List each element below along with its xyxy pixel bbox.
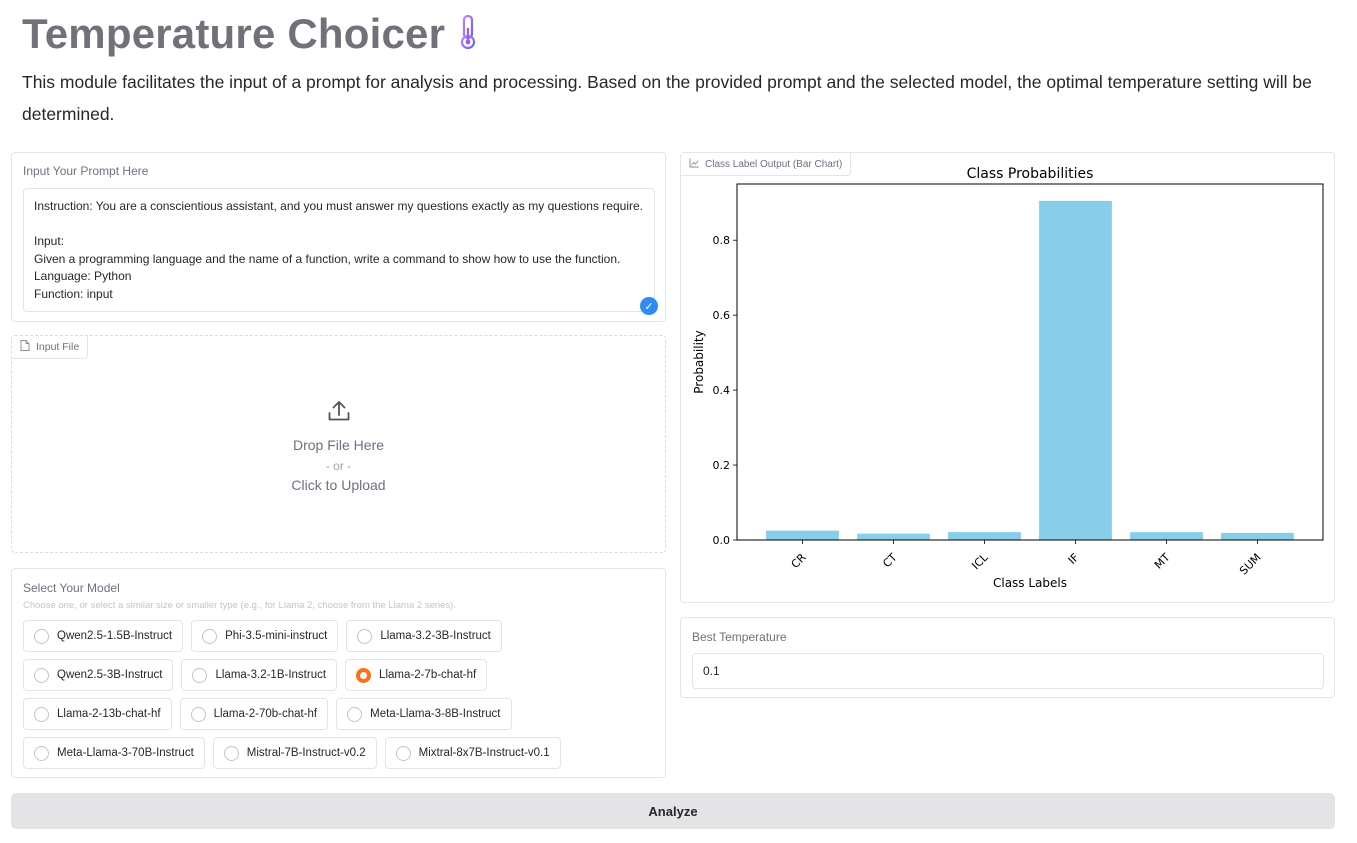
radio-circle[interactable] <box>34 745 49 761</box>
model-option-label: Llama-2-70b-chat-hf <box>213 708 318 720</box>
x-tick-label: IF <box>1066 551 1082 567</box>
x-tick-label: MT <box>1152 551 1173 572</box>
chart-label-tag: Class Label Output (Bar Chart) <box>681 153 852 176</box>
x-tick-label: SUM <box>1237 551 1264 578</box>
upload-icon <box>327 401 351 426</box>
model-panel: Select Your Model Choose one, or select … <box>11 568 666 778</box>
x-axis-label: Class Labels <box>993 576 1067 590</box>
model-option[interactable]: Meta-Llama-3-8B-Instruct <box>336 698 512 730</box>
model-option[interactable]: Meta-Llama-3-70B-Instruct <box>23 737 205 769</box>
file-label: Input File <box>36 341 80 353</box>
model-option[interactable]: Mixtral-8x7B-Instruct-v0.1 <box>384 737 561 769</box>
temperature-label: Best Temperature <box>692 630 787 644</box>
radio-circle[interactable] <box>34 628 49 644</box>
file-upload-dropzone[interactable]: Input File Drop File Here - or - Click t… <box>11 335 666 553</box>
y-tick-label: 0.2 <box>713 459 731 472</box>
x-tick-label: ICL <box>969 550 991 572</box>
y-axis-label: Probability <box>692 330 706 393</box>
x-tick-label: CT <box>880 551 900 571</box>
prompt-textarea[interactable]: Instruction: You are a conscientious ass… <box>23 188 655 312</box>
radio-circle[interactable] <box>395 745 411 761</box>
file-label-tag: Input File <box>12 336 89 359</box>
check-circle-icon: ✓ <box>640 297 658 315</box>
radio-circle[interactable] <box>357 628 373 644</box>
bar-if <box>1039 200 1112 540</box>
page-title: Temperature Choicer <box>22 10 446 57</box>
prompt-panel: Input Your Prompt Here Instruction: You … <box>11 152 666 322</box>
plot-frame <box>736 183 1324 541</box>
model-radio-group: Qwen2.5-1.5B-Instruct Phi-3.5-mini-instru… <box>23 620 643 769</box>
model-option[interactable]: Llama-2-7b-chat-hf <box>345 659 488 691</box>
drop-text: Drop File Here <box>292 437 385 453</box>
model-option[interactable]: Mistral-7B-Instruct-v0.2 <box>212 737 377 769</box>
x-tick-label: CR <box>789 551 809 571</box>
bar-mt <box>1130 532 1203 540</box>
model-option[interactable]: Qwen2.5-1.5B-Instruct <box>23 620 184 652</box>
bar-sum <box>1221 532 1294 540</box>
radio-circle[interactable] <box>223 745 239 761</box>
radio-circle[interactable] <box>347 706 363 722</box>
model-option-label: Llama-2-13b-chat-hf <box>57 708 161 720</box>
radio-circle[interactable] <box>356 667 372 683</box>
model-option[interactable]: Llama-2-70b-chat-hf <box>179 698 329 730</box>
chart-panel: Class Probabilities CR CT ICL IF MT SUM 0.0 0.2 0… <box>680 152 1335 603</box>
model-option-label: Phi-3.5-mini-instruct <box>225 630 328 642</box>
thermometer-icon <box>457 12 497 56</box>
dropzone-content: Drop File Here - or - Click to Upload <box>12 400 665 493</box>
chart-icon <box>689 158 699 171</box>
y-tick-label: 0.8 <box>713 234 731 247</box>
radio-circle[interactable] <box>34 706 49 722</box>
y-tick-label: 0.0 <box>713 534 731 547</box>
bar-cr <box>766 530 839 540</box>
model-option-label: Qwen2.5-3B-Instruct <box>57 669 163 681</box>
model-hint: Choose one, or select a similar size or … <box>23 600 456 611</box>
click-to-upload-text: Click to Upload <box>291 477 386 493</box>
temperature-panel: Best Temperature 0.1 <box>680 617 1335 698</box>
page-description: This module facilitates the input of a p… <box>22 72 1312 124</box>
model-option-label: Mistral-7B-Instruct-v0.2 <box>246 747 366 759</box>
model-option-label: Llama-2-7b-chat-hf <box>379 669 477 681</box>
model-option-label: Qwen2.5-1.5B-Instruct <box>57 630 173 642</box>
or-text: - or - <box>325 459 352 473</box>
analyze-button[interactable]: Analyze <box>11 793 1335 829</box>
y-tick-label: 0.6 <box>713 309 731 322</box>
prompt-label: Input Your Prompt Here <box>23 164 149 178</box>
model-option-label: Meta-Llama-3-70B-Instruct <box>57 747 194 759</box>
file-icon <box>20 340 30 354</box>
model-option[interactable]: Llama-3.2-3B-Instruct <box>346 620 502 652</box>
bar-chart: Class Probabilities CR CT ICL IF MT SUM 0.0 0.2 0… <box>692 166 1324 590</box>
model-option-label: Meta-Llama-3-8B-Instruct <box>370 708 501 720</box>
temperature-output[interactable]: 0.1 <box>692 653 1324 689</box>
model-option[interactable]: Qwen2.5-3B-Instruct <box>23 659 174 691</box>
model-option-label: Mixtral-8x7B-Instruct-v0.1 <box>418 747 550 759</box>
model-option[interactable]: Llama-3.2-1B-Instruct <box>181 659 338 691</box>
y-tick-label: 0.4 <box>713 384 731 397</box>
model-label: Select Your Model <box>23 581 120 595</box>
bar-ct <box>857 533 930 540</box>
radio-circle[interactable] <box>190 706 206 722</box>
chart-label: Class Label Output (Bar Chart) <box>705 158 843 170</box>
chart-title: Class Probabilities <box>967 166 1094 182</box>
model-option[interactable]: Llama-2-13b-chat-hf <box>23 698 172 730</box>
bar-icl <box>948 532 1021 540</box>
model-option-label: Llama-3.2-1B-Instruct <box>215 669 327 681</box>
model-option-label: Llama-3.2-3B-Instruct <box>380 630 491 642</box>
model-option[interactable]: Phi-3.5-mini-instruct <box>191 620 339 652</box>
radio-circle[interactable] <box>192 667 208 683</box>
radio-circle[interactable] <box>202 628 218 644</box>
page-header: Temperature Choicer <box>22 8 497 60</box>
radio-circle[interactable] <box>34 667 49 683</box>
